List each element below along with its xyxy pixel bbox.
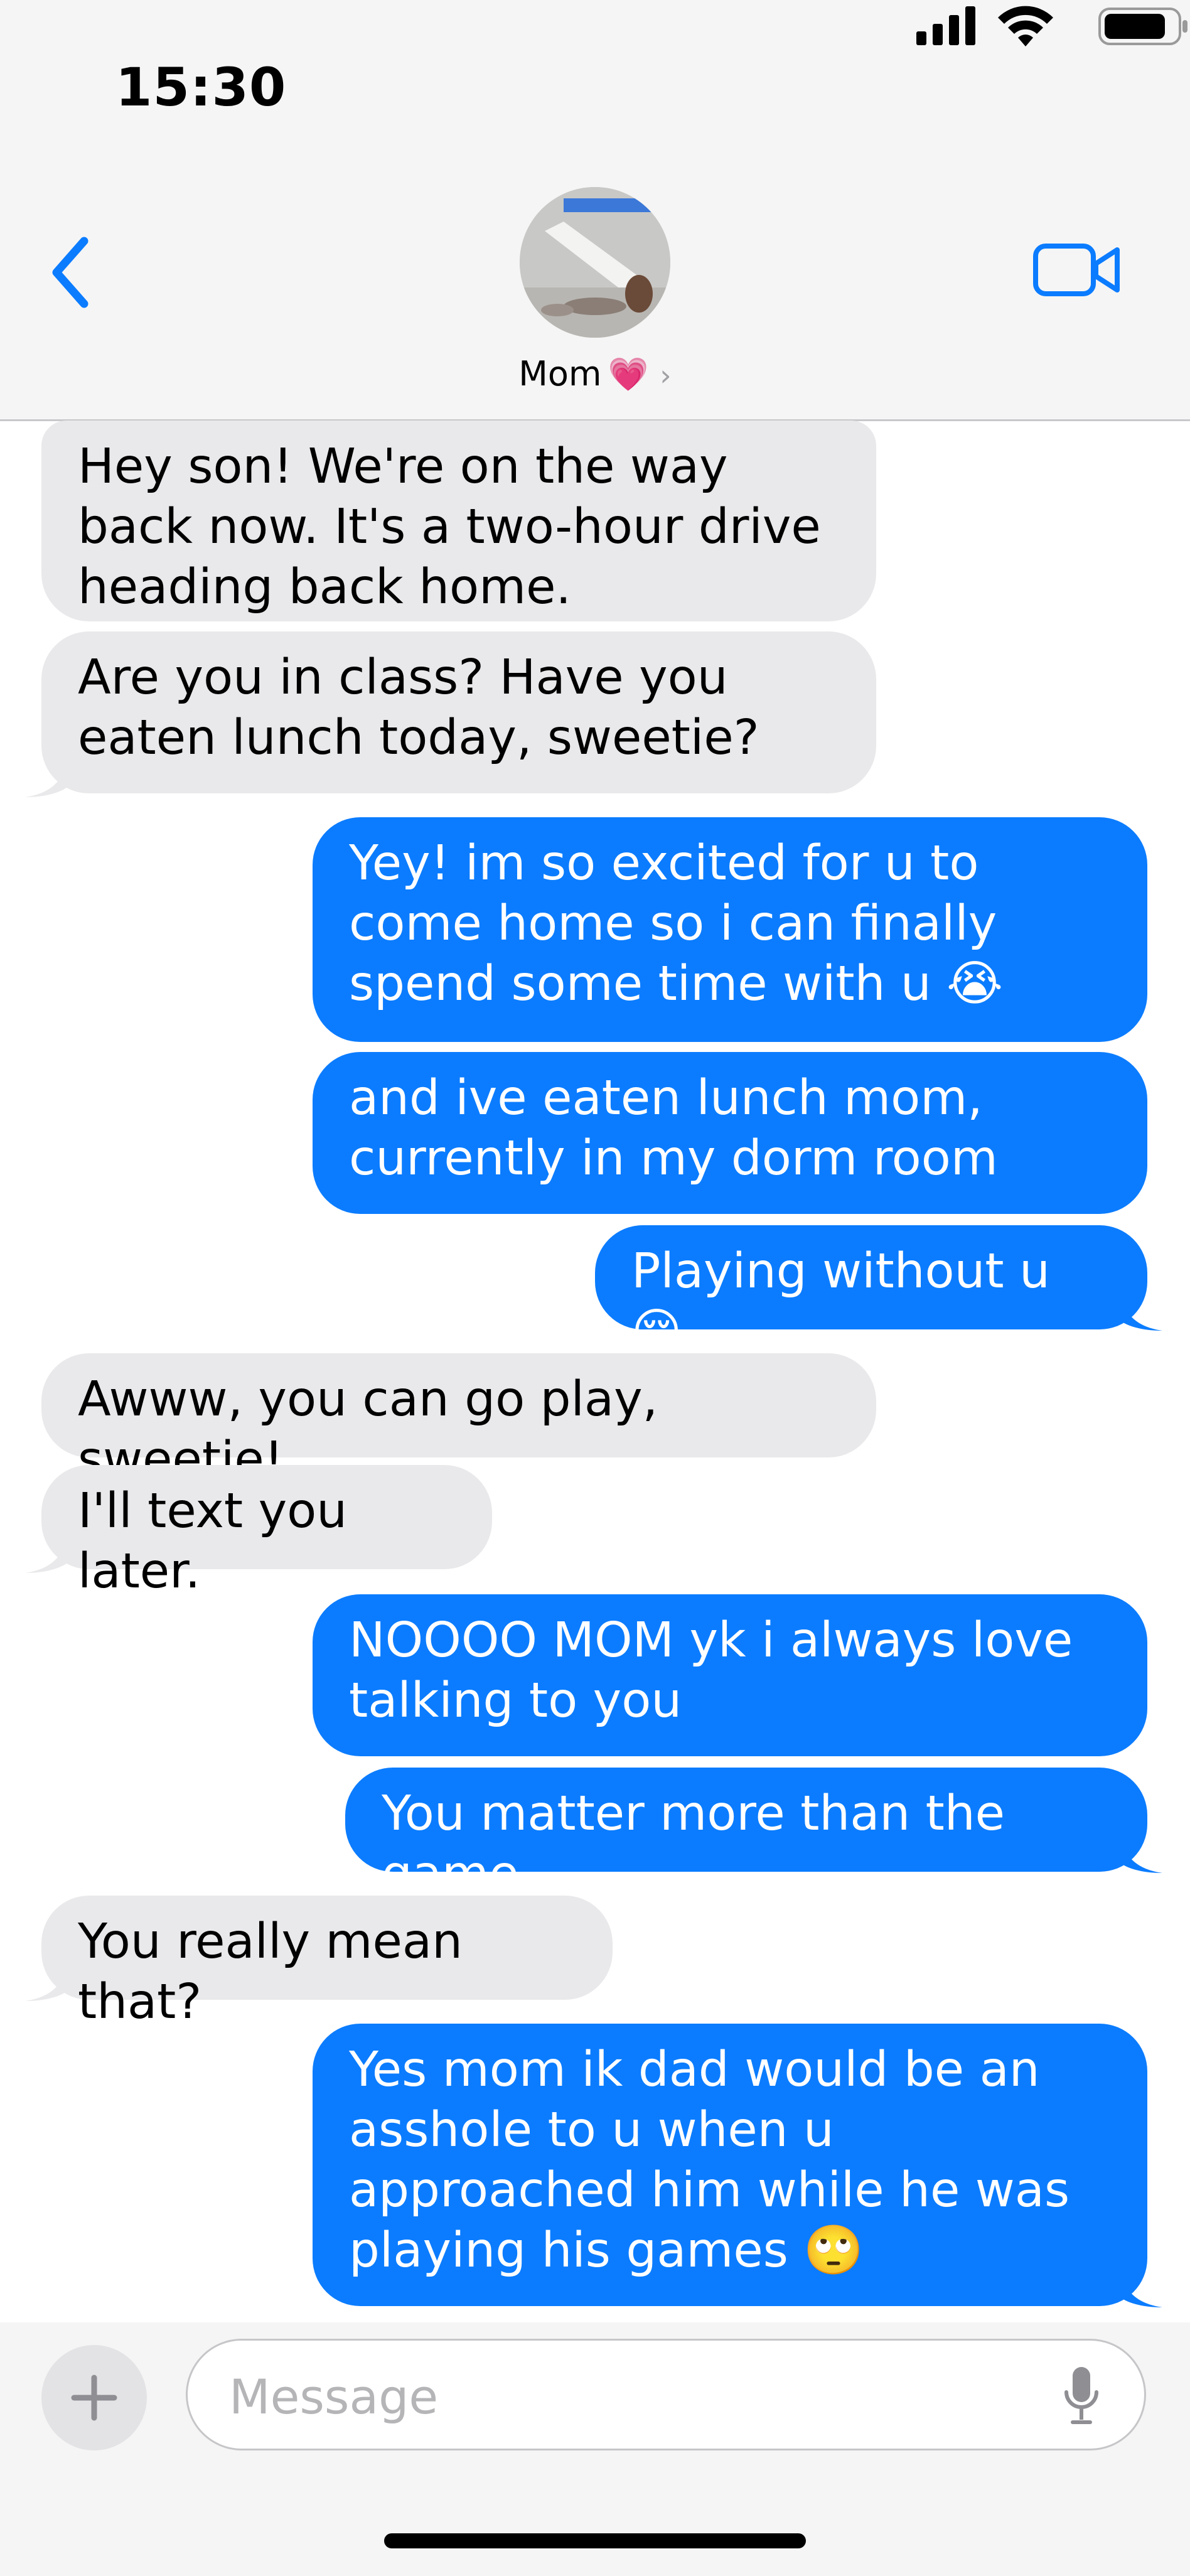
- microphone-icon[interactable]: [1063, 2367, 1100, 2427]
- outgoing-bubble-tail: [1118, 2271, 1162, 2307]
- message-input-container[interactable]: [186, 2339, 1146, 2450]
- status-bar: 15:30: [0, 0, 1190, 169]
- outgoing-message[interactable]: Yes mom ik dad would be an asshole to u …: [313, 2024, 1147, 2306]
- contact-name: Mom: [518, 354, 602, 394]
- contact-avatar[interactable]: [520, 187, 670, 338]
- conversation-header: Mom 💗 ›: [0, 169, 1190, 421]
- outgoing-message[interactable]: and ive eaten lunch mom, currently in my…: [313, 1052, 1147, 1214]
- wifi-icon: [998, 6, 1053, 46]
- status-time: 15:30: [115, 56, 287, 118]
- avatar-photo: [520, 187, 670, 338]
- message-input[interactable]: [228, 2364, 1046, 2428]
- video-call-icon[interactable]: [1033, 239, 1121, 301]
- incoming-bubble-tail: [25, 1965, 69, 2001]
- cellular-signal-icon: [916, 6, 975, 45]
- chevron-right-icon: ›: [660, 358, 672, 392]
- battery-icon: [1098, 8, 1187, 45]
- add-attachment-button[interactable]: [41, 2345, 147, 2450]
- outgoing-bubble-tail: [1118, 1837, 1162, 1873]
- incoming-message[interactable]: You really mean that?: [41, 1896, 613, 2030]
- back-chevron-icon[interactable]: [45, 235, 95, 310]
- plus-icon: [71, 2375, 117, 2421]
- home-indicator: [384, 2533, 806, 2548]
- incoming-message[interactable]: Are you in class? Have you eaten lunch t…: [41, 631, 876, 793]
- incoming-message[interactable]: I'll text you later.: [41, 1465, 492, 1599]
- contact-name-row[interactable]: Mom 💗 ›: [0, 354, 1190, 394]
- outgoing-bubble-tail: [1118, 1294, 1162, 1331]
- outgoing-message[interactable]: You matter more than the game: [345, 1768, 1147, 1902]
- compose-bar: [0, 2322, 1190, 2576]
- outgoing-message[interactable]: NOOOO MOM yk i always love talking to yo…: [313, 1594, 1147, 1756]
- incoming-message[interactable]: Hey son! We're on the way back now. It's…: [41, 421, 876, 621]
- message-thread: Hey son! We're on the way back now. It's…: [0, 421, 1190, 2322]
- outgoing-message[interactable]: Yey! im so excited for u to come home so…: [313, 817, 1147, 1042]
- incoming-bubble-tail: [25, 761, 69, 797]
- incoming-message[interactable]: Awww, you can go play, sweetie!: [41, 1353, 876, 1488]
- heart-emoji: 💗: [608, 356, 649, 394]
- incoming-bubble-tail: [25, 1537, 69, 1573]
- outgoing-message[interactable]: Playing without u 😔: [595, 1225, 1147, 1360]
